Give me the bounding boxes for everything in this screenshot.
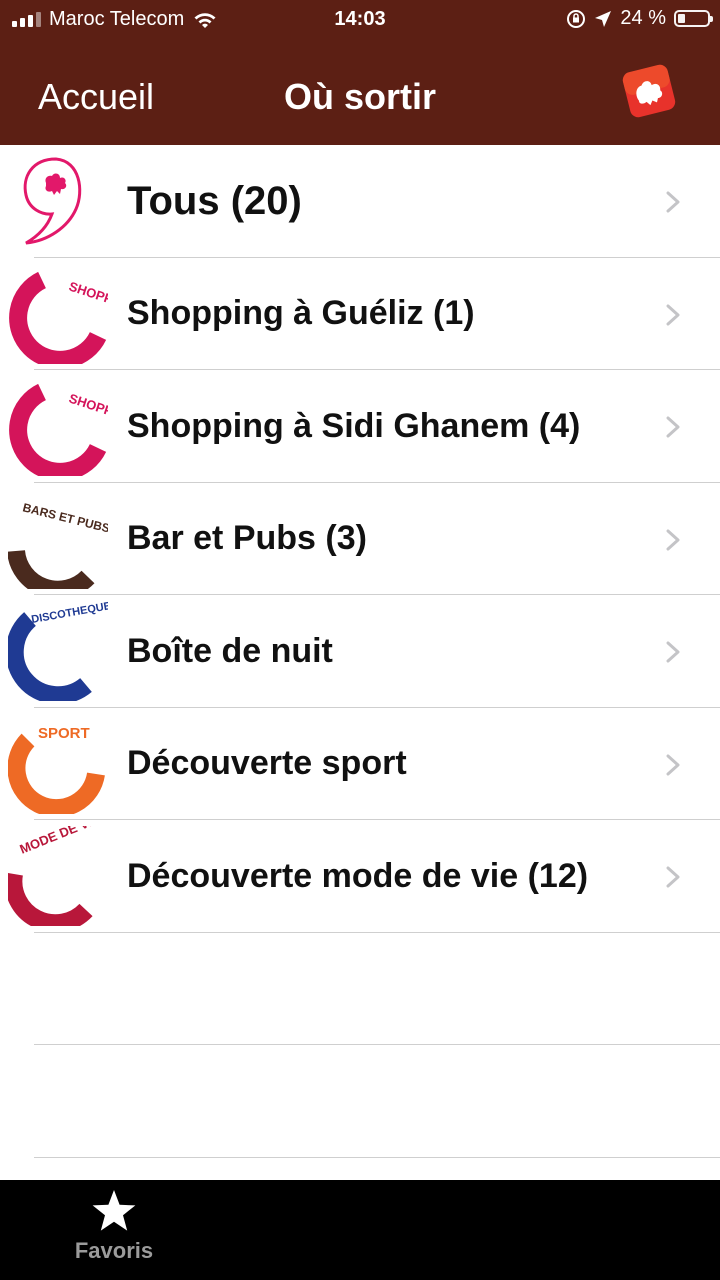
list-item[interactable]: BARS ET PUBS Bar et Pubs (3)	[0, 483, 720, 596]
empty-list-row	[0, 933, 720, 1046]
chevron-right-icon	[666, 416, 680, 438]
category-list: Tous (20) SHOPPING Shopping à Guéliz (1)…	[0, 145, 720, 1158]
list-item[interactable]: MODE DE VIE Découverte mode de vie (12)	[0, 820, 720, 933]
icon-text: SPORT	[38, 725, 90, 742]
chevron-right-icon	[666, 191, 680, 213]
icon-text: BARS ET PUBS	[21, 500, 108, 535]
chevron-right-icon	[666, 641, 680, 663]
orientation-lock-icon	[567, 9, 586, 28]
list-item[interactable]: SHOPPING Shopping à Sidi Ghanem (4)	[0, 370, 720, 483]
list-item-label: Shopping à Sidi Ghanem (4)	[127, 406, 581, 445]
app-logo-icon[interactable]	[620, 62, 678, 120]
carrier-name: Maroc Telecom	[49, 8, 185, 30]
tab-favorites-label: Favoris	[74, 1238, 154, 1263]
list-item[interactable]: SHOPPING Shopping à Guéliz (1)	[0, 258, 720, 371]
list-item-label: Bar et Pubs (3)	[127, 519, 367, 558]
list-item[interactable]: Tous (20)	[0, 145, 720, 258]
back-button[interactable]: Accueil	[38, 76, 154, 118]
mode-de-vie-icon: MODE DE VIE	[8, 826, 103, 926]
tab-favorites[interactable]: Favoris	[64, 1188, 164, 1272]
list-item-label: Boîte de nuit	[127, 631, 333, 670]
list-item-label: Découverte sport	[127, 744, 407, 783]
chevron-right-icon	[666, 866, 680, 888]
sport-icon: SPORT	[8, 725, 105, 814]
list-item[interactable]: SPORT Découverte sport	[0, 708, 720, 821]
chevron-right-icon	[666, 304, 680, 325]
discotheques-icon: DISCOTHEQUES	[8, 601, 108, 701]
tab-bar: Favoris	[0, 1180, 720, 1280]
list-item-label: Tous (20)	[127, 178, 302, 223]
tous-logo-icon	[23, 157, 82, 245]
wifi-icon	[194, 12, 216, 28]
chevron-right-icon	[666, 529, 680, 550]
empty-list-row	[0, 1045, 720, 1158]
battery-percent: 24 %	[620, 7, 666, 29]
shopping-icon: SHOPPING	[9, 383, 108, 476]
status-right: 24 %	[566, 7, 713, 30]
signal-icon	[12, 12, 41, 27]
list-item[interactable]: DISCOTHEQUES Boîte de nuit	[0, 595, 720, 708]
list-item-label: Shopping à Guéliz (1)	[127, 294, 475, 333]
icon-text: SHOPPING	[67, 391, 108, 426]
chevron-right-icon	[666, 754, 680, 775]
icon-text: DISCOTHEQUES	[30, 601, 108, 626]
navigation-bar: Accueil Où sortir	[0, 38, 720, 145]
location-arrow-icon	[595, 10, 612, 27]
status-left: Maroc Telecom	[12, 8, 218, 31]
shopping-icon: SHOPPING	[9, 271, 108, 364]
icon-text: SHOPPING	[67, 278, 108, 313]
list-item-label: Découverte mode de vie (12)	[127, 856, 589, 895]
status-bar: Maroc Telecom 14:03 24 %	[0, 0, 720, 38]
star-icon	[92, 1190, 136, 1231]
icon-text: MODE DE VIE	[18, 826, 103, 857]
bars-pubs-icon: BARS ET PUBS	[8, 500, 108, 589]
battery-icon	[674, 10, 713, 27]
